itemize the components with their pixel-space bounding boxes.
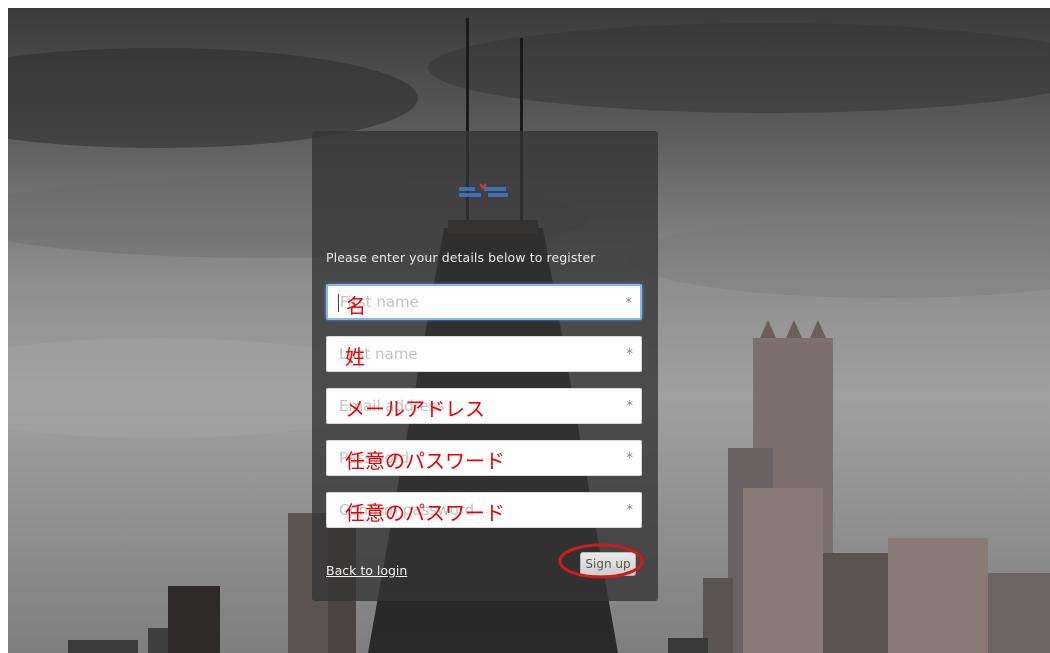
asterisk-icon: *: [626, 503, 634, 518]
first-name-field[interactable]: 名 *: [326, 284, 642, 320]
last-name-input[interactable]: [327, 337, 641, 371]
register-instructions: Please enter your details below to regis…: [326, 250, 596, 265]
password-field[interactable]: 任意のパスワード *: [326, 440, 642, 476]
asterisk-icon: *: [626, 347, 634, 362]
first-name-input[interactable]: [328, 286, 640, 318]
register-panel: Please enter your details below to regis…: [312, 131, 658, 601]
asterisk-icon: *: [626, 451, 634, 466]
asterisk-icon: *: [626, 399, 634, 414]
asterisk-icon: *: [625, 296, 633, 311]
email-field[interactable]: メールアドレス *: [326, 388, 642, 424]
password-input[interactable]: [327, 441, 641, 475]
text-cursor: [338, 294, 339, 312]
back-to-login-link[interactable]: Back to login: [326, 563, 407, 578]
brand-logo: [459, 183, 508, 197]
sign-up-button[interactable]: Sign up: [580, 552, 636, 576]
confirm-password-field[interactable]: 任意のパスワード *: [326, 492, 642, 528]
email-input[interactable]: [327, 389, 641, 423]
last-name-field[interactable]: 姓 *: [326, 336, 642, 372]
confirm-password-input[interactable]: [327, 493, 641, 527]
